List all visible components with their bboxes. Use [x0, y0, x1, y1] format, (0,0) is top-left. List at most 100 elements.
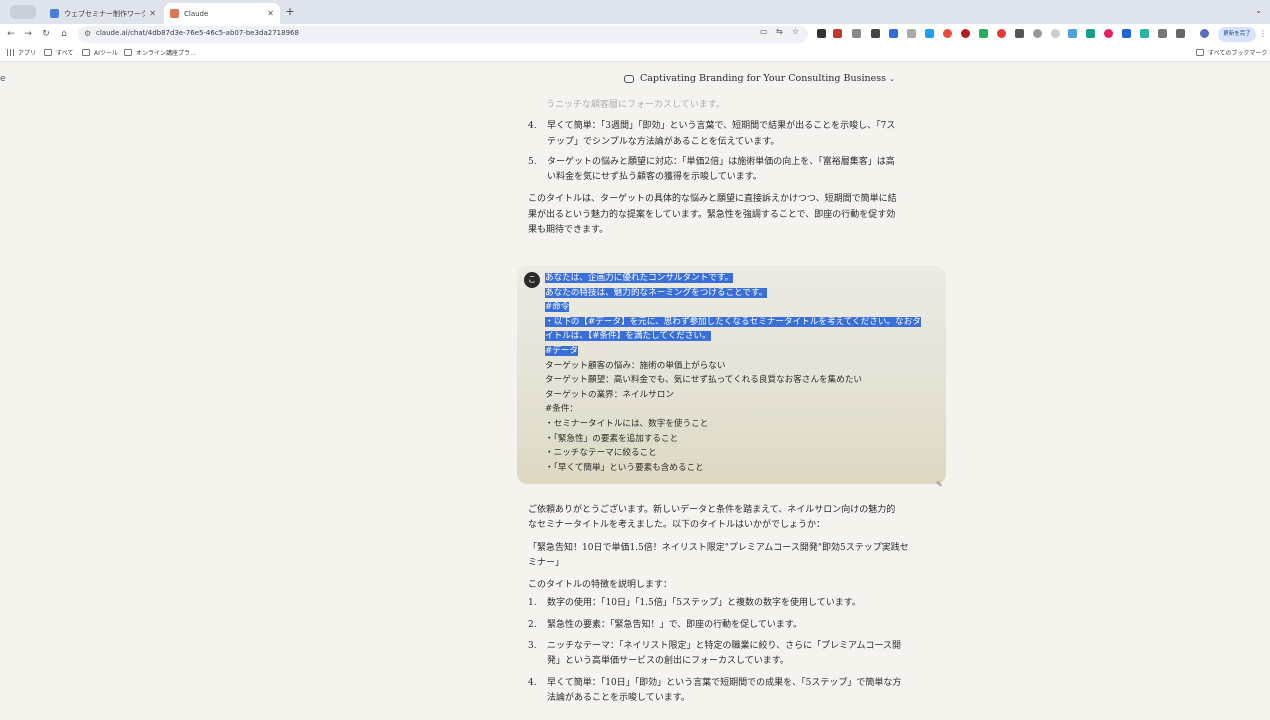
list-text-cont: 発」という高単価サービスの創出にフォーカスしています。	[547, 656, 789, 667]
extension-icon[interactable]	[943, 29, 952, 38]
list-number: 4.	[528, 121, 537, 132]
edit-icon[interactable]: ✎	[936, 480, 943, 489]
list-text-cont: テップ」でシンプルな方法論があることを伝えています。	[547, 136, 780, 147]
menu-icon[interactable]: ⋮	[1259, 29, 1267, 38]
message-line: ターゲット顧客の悩み：施術の単価上がらない	[545, 360, 726, 371]
assistant-message: ご依頼ありがとうございます。新しいデータと条件を踏まえて、ネイルサロン向けの魅力…	[528, 503, 928, 706]
folder-icon	[82, 49, 90, 56]
close-icon[interactable]: ✕	[149, 9, 156, 18]
extension-icon[interactable]	[1104, 29, 1113, 38]
extension-icon[interactable]	[907, 29, 916, 38]
message-line: ターゲット願望：高い料金でも、気にせず払ってくれる良質なお客さんを集めたい	[545, 375, 863, 386]
bookmark-label: すべてのブックマーク	[1208, 50, 1268, 57]
summary-line: 果も期待できます。	[528, 225, 609, 236]
back-button[interactable]: ←	[4, 27, 18, 41]
bookmark-label: AIツール	[94, 50, 118, 57]
extension-icon[interactable]	[997, 29, 1006, 38]
tab-claude[interactable]: Claude ✕	[164, 3, 280, 24]
docs-icon	[50, 9, 59, 18]
site-info-icon[interactable]: ⚙	[84, 29, 91, 38]
bookmark-label: すべて	[56, 50, 74, 57]
bookmark-ai-tools[interactable]: AIツール	[82, 48, 118, 57]
list-number: 5.	[528, 156, 537, 167]
extension-icon[interactable]	[979, 29, 988, 38]
extension-icon[interactable]	[961, 29, 970, 38]
list-item: 3. ニッチなテーマ：「ネイリスト限定」と特定の職業に絞り、さらに「プレミアムコ…	[528, 639, 928, 670]
claude-chat-page: e Captivating Branding for Your Consulti…	[0, 62, 1270, 720]
response-line: なセミナータイトルを考えました。以下のタイトルはいかがでしょうか：	[528, 520, 826, 531]
message-line: ・セミナータイトルには、数字を使うこと	[545, 418, 709, 429]
assistant-message-previous: うニッチな顧客層にフォーカスしています。 4. 早くて簡単：「3週間」「即効」と…	[528, 98, 918, 238]
tab-title: Claude	[184, 9, 209, 18]
extension-icon[interactable]	[889, 29, 898, 38]
features-heading: このタイトルの特徴を説明します：	[528, 580, 673, 591]
browser-toolbar: ← → ↻ ⌂ ⚙ claude.ai/chat/4db87d3e-76e5-4…	[0, 24, 1270, 45]
profile-icon[interactable]	[1200, 29, 1209, 38]
bookmark-apps[interactable]: アプリ	[7, 48, 36, 57]
extension-icon[interactable]	[817, 29, 826, 38]
bookmark-label: アプリ	[18, 50, 37, 57]
extension-icon[interactable]	[1015, 29, 1024, 38]
bookmark-all[interactable]: すべて	[44, 48, 73, 57]
folder-icon	[44, 49, 52, 56]
summary-line: このタイトルは、ターゲットの具体的な悩みと願望に直接訴えかけつつ、短期間で簡単に…	[528, 194, 897, 205]
extension-icon[interactable]	[925, 29, 934, 38]
list-text: ターゲットの悩みと願望に対応：「単価2倍」は施術単価の向上を、「富裕層集客」は高	[547, 156, 895, 167]
message-line: #条件：	[545, 404, 578, 415]
reload-button[interactable]: ↻	[39, 27, 53, 41]
sidebar-toggle-icon[interactable]: e	[0, 74, 6, 84]
message-line: イトルは、【#条件】を満たしてください。	[545, 331, 711, 342]
new-tab-button[interactable]: +	[284, 5, 296, 18]
message-line: ターゲットの業界：ネイルサロン	[545, 389, 674, 400]
list-item: 1. 数字の使用：「10日」「1.5倍」「5ステップ」と複数の数字を使用していま…	[528, 596, 928, 611]
apps-icon	[7, 49, 14, 56]
list-text-cont: い料金を気にせず払う顧客の獲得を示唆しています。	[547, 172, 762, 183]
home-button[interactable]: ⌂	[57, 27, 71, 41]
conversation-title: Captivating Branding for Your Consulting…	[640, 73, 886, 84]
star-icon[interactable]: ☆	[792, 27, 799, 36]
extension-icon[interactable]	[1086, 29, 1095, 38]
extension-icon[interactable]	[1158, 29, 1167, 38]
chevron-down-icon[interactable]: ⌄	[1255, 6, 1262, 15]
update-button[interactable]: 更新を完了	[1218, 27, 1256, 42]
address-bar[interactable]: ⚙ claude.ai/chat/4db87d3e-76e5-46c5-ab07…	[78, 26, 808, 43]
puzzle-icon[interactable]	[1176, 29, 1185, 38]
list-item: 2. 緊急性の要素：「緊急告知！」で、即座の行動を促しています。	[528, 618, 928, 633]
list-text: 数字の使用：「10日」「1.5倍」「5ステップ」と複数の数字を使用しています。	[547, 598, 861, 609]
extension-icon[interactable]	[1033, 29, 1042, 38]
bookmark-all-bookmarks[interactable]: すべてのブックマーク	[1196, 48, 1267, 57]
claude-icon	[170, 9, 179, 18]
extension-icon[interactable]	[1068, 29, 1077, 38]
forward-button[interactable]: →	[21, 27, 35, 41]
extension-icon[interactable]	[1122, 29, 1131, 38]
seminar-title-line: 「緊急告知！10日で単価1.5倍！ネイリスト限定"プレミアムコース開発"即効5ス…	[528, 542, 909, 553]
user-message-text[interactable]: あなたは、企画力に優れたコンサルタントです。 あなたの特技は、魅力的なネーミング…	[545, 271, 935, 475]
response-line: ご依頼ありがとうございます。新しいデータと条件を踏まえて、ネイルサロン向けの魅力…	[528, 505, 896, 515]
list-text: 緊急性の要素：「緊急告知！」で、即座の行動を促しています。	[547, 619, 802, 630]
folder-icon	[1196, 49, 1204, 56]
close-icon[interactable]: ✕	[267, 9, 274, 18]
list-text: 早くて簡単：「3週間」「即効」という言葉で、短期間で結果が出ることを示唆し、「7…	[547, 121, 896, 132]
list-text: 早くて簡単：「10日」「即効」という言葉で短期間での成果を、「5ステップ」で簡単…	[547, 677, 902, 688]
response-line: うニッチな顧客層にフォーカスしています。	[546, 100, 725, 110]
install-icon[interactable]: ▭	[760, 27, 768, 36]
message-line: ・以下の【#データ】を元に、思わず参加したくなるセミナータイトルを考えてください…	[545, 316, 921, 327]
extension-icon[interactable]	[833, 29, 842, 38]
bookmark-online-course[interactable]: オンライン講座プラ…	[124, 48, 196, 57]
list-number: 3.	[528, 641, 537, 652]
list-number: 2.	[528, 619, 537, 630]
extension-icon[interactable]	[1051, 29, 1060, 38]
list-text: ニッチなテーマ：「ネイリスト限定」と特定の職業に絞り、さらに「プレミアムコース開	[547, 641, 902, 652]
tab-search-button[interactable]	[10, 5, 36, 19]
conversation-title-button[interactable]: Captivating Branding for Your Consulting…	[624, 73, 895, 84]
translate-icon[interactable]: ⇆	[776, 27, 783, 36]
extension-icon[interactable]	[852, 29, 861, 38]
tab-worksheet[interactable]: ウェブセミナー制作ワークシート ✕	[44, 3, 162, 24]
message-line: #命令	[545, 302, 570, 313]
extension-icon[interactable]	[871, 29, 880, 38]
list-number: 4.	[528, 677, 537, 688]
chat-icon	[624, 74, 634, 83]
extension-icon[interactable]	[1140, 29, 1149, 38]
numbered-list: 4. 早くて簡単：「3週間」「即効」という言葉で、短期間で結果が出ることを示唆し…	[528, 119, 918, 185]
message-line: あなたの特技は、魅力的なネーミングをつけることです。	[545, 287, 768, 298]
